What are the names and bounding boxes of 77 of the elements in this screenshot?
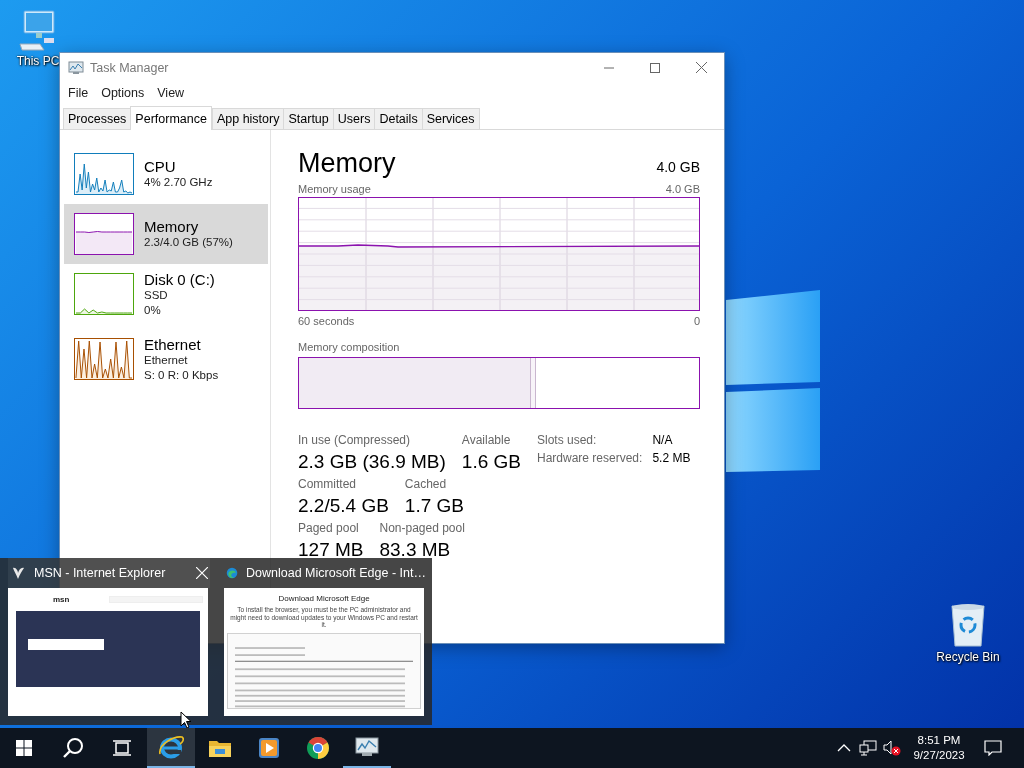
close-icon	[695, 62, 707, 73]
page-heading: Download Microsoft Edge	[278, 594, 370, 603]
resource-item[interactable]: Memory 2.3/4.0 GB (57%)	[64, 204, 268, 264]
stat-label: Slots used:	[537, 433, 598, 447]
taskbar-app[interactable]	[147, 728, 195, 768]
stat-label: Non-paged pool	[379, 521, 465, 535]
window-preview[interactable]: msn	[8, 588, 208, 716]
menu-item[interactable]: Options	[96, 86, 150, 100]
site-logo: msn	[53, 594, 70, 604]
tab[interactable]: App history	[211, 108, 284, 129]
stat-value: 5.2 MB	[652, 451, 691, 465]
resource-name: Memory	[144, 218, 200, 235]
stat-label: In use (Compressed)	[298, 433, 412, 447]
window-title: Task Manager	[90, 60, 170, 75]
thumbnail-title: MSN - Internet Explorer	[34, 566, 167, 580]
stat-value: 2.2/5.4 GB	[298, 496, 389, 516]
butterfly-icon	[10, 565, 26, 581]
stat-label: Hardware reserved:	[537, 451, 643, 465]
thumbnail-title: Download Microsoft Edge - Int…	[246, 566, 426, 580]
stat-value: 2.3 GB (36.9 MB)	[298, 452, 446, 472]
resource-name: Disk 0 (C:)	[144, 270, 215, 288]
chrome-icon	[306, 736, 330, 760]
monitor-icon	[68, 59, 84, 76]
thumbnail-header[interactable]: MSN - Internet Explorer	[8, 558, 210, 588]
tab[interactable]: Processes	[63, 108, 131, 129]
task-view-icon	[113, 740, 131, 756]
desktop-icon-label[interactable]: Recycle Bin	[936, 650, 1000, 664]
resource-detail: S: 0 R: 0 Kbps	[144, 367, 219, 383]
search-icon	[62, 737, 84, 759]
stat-value: N/A	[652, 433, 674, 447]
windows-logo-icon	[16, 740, 32, 756]
resource-item[interactable]: CPU 4% 2.70 GHz	[64, 144, 268, 204]
resource-detail: Ethernet	[144, 352, 189, 368]
close-icon	[196, 567, 208, 579]
network-icon	[859, 740, 877, 756]
play-icon	[258, 737, 280, 759]
tab[interactable]: Details	[374, 108, 422, 129]
maximize-icon	[650, 62, 660, 73]
total-memory: 4.0 GB	[656, 159, 700, 175]
menu-item[interactable]: File	[63, 86, 94, 100]
clock[interactable]: 8:51 PM 9/27/2023	[908, 728, 970, 768]
graph-label: Memory composition	[298, 341, 401, 353]
resource-item[interactable]: Disk 0 (C:) SSD 0%	[64, 264, 268, 324]
tab[interactable]: Startup	[283, 108, 333, 129]
speaker-muted-icon	[883, 740, 901, 756]
resource-detail: 4% 2.70 GHz	[144, 175, 213, 190]
close-button[interactable]	[194, 565, 210, 581]
speech-bubble-icon	[984, 740, 1002, 756]
stat-label: Paged pool	[298, 521, 360, 535]
graph-label: Memory usage	[298, 183, 371, 195]
graph-max: 4.0 GB	[665, 183, 700, 195]
stat-value: 1.7 GB	[404, 496, 464, 516]
resource-name: CPU	[144, 158, 177, 175]
browser-icon	[226, 565, 239, 581]
chevron-up-icon	[837, 744, 851, 752]
stat-label: Cached	[404, 477, 448, 491]
tab[interactable]: Users	[332, 108, 375, 129]
globe-e-icon	[158, 734, 184, 760]
section-title: Memory	[298, 148, 396, 179]
thumbnail-header[interactable]: Download Microsoft Edge - Int…	[224, 558, 426, 588]
resource-name: Ethernet	[144, 335, 202, 353]
stat-label: Committed	[298, 477, 357, 491]
cursor-icon	[180, 711, 192, 728]
graph-time-label: 60 seconds	[298, 315, 355, 327]
stat-value: 1.6 GB	[461, 452, 521, 472]
resource-item[interactable]: Ethernet Ethernet S: 0 R: 0 Kbps	[64, 329, 268, 389]
tab[interactable]: Performance	[130, 106, 212, 130]
stat-value: 127 MB	[298, 540, 364, 560]
resource-detail: 2.3/4.0 GB (57%)	[144, 235, 233, 250]
stat-label: Available	[461, 433, 512, 447]
tab[interactable]: Services	[421, 108, 480, 129]
resource-detail: SSD	[144, 287, 169, 303]
stat-value: 83.3 MB	[379, 540, 452, 560]
menu-item[interactable]: View	[152, 86, 190, 100]
resource-detail: 0%	[144, 302, 162, 318]
monitor-icon	[354, 736, 380, 758]
graph-time-label: 0	[693, 315, 700, 327]
